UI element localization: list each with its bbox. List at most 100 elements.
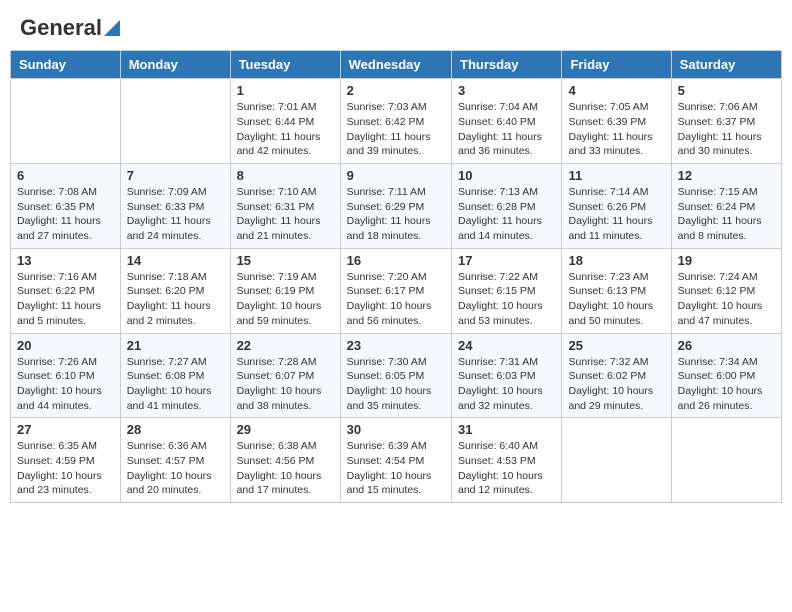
calendar-cell: 31 Sunrise: 6:40 AMSunset: 4:53 PMDayligh…: [452, 418, 562, 503]
calendar-cell: 16Sunrise: 7:20 AMSunset: 6:17 PMDayligh…: [340, 248, 451, 333]
calendar-cell: 23 Sunrise: 7:30 AMSunset: 6:05 PMDayligh…: [340, 333, 451, 418]
calendar-cell: 6 Sunrise: 7:08 AMSunset: 6:35 PMDaylight…: [11, 164, 121, 249]
calendar-cell: 11 Sunrise: 7:14 AMSunset: 6:26 PMDayligh…: [562, 164, 671, 249]
day-number: 9: [347, 168, 445, 183]
page-header: General: [10, 10, 782, 42]
day-number: 4: [568, 83, 664, 98]
day-number: 15: [237, 253, 334, 268]
day-info: Sunrise: 7:04 AMSunset: 6:40 PMDaylight:…: [458, 100, 555, 159]
calendar-cell: 7 Sunrise: 7:09 AMSunset: 6:33 PMDaylight…: [120, 164, 230, 249]
calendar-cell: 10 Sunrise: 7:13 AMSunset: 6:28 PMDayligh…: [452, 164, 562, 249]
day-info: Sunrise: 7:08 AMSunset: 6:35 PMDaylight:…: [17, 185, 114, 244]
day-info: Sunrise: 7:31 AMSunset: 6:03 PMDaylight:…: [458, 355, 555, 414]
day-number: 23: [347, 338, 445, 353]
calendar-cell: 20Sunrise: 7:26 AMSunset: 6:10 PMDayligh…: [11, 333, 121, 418]
day-number: 3: [458, 83, 555, 98]
logo-general: General: [20, 15, 102, 40]
header-sunday: Sunday: [11, 51, 121, 79]
calendar-cell: 25Sunrise: 7:32 AMSunset: 6:02 PMDayligh…: [562, 333, 671, 418]
calendar-cell: 5 Sunrise: 7:06 AMSunset: 6:37 PMDaylight…: [671, 79, 781, 164]
day-number: 17: [458, 253, 555, 268]
day-info: Sunrise: 7:19 AMSunset: 6:19 PMDaylight:…: [237, 270, 334, 329]
calendar-cell: [671, 418, 781, 503]
header-wednesday: Wednesday: [340, 51, 451, 79]
calendar-cell: 26Sunrise: 7:34 AMSunset: 6:00 PMDayligh…: [671, 333, 781, 418]
day-info: Sunrise: 6:40 AMSunset: 4:53 PMDaylight:…: [458, 439, 555, 498]
day-number: 11: [568, 168, 664, 183]
logo-arrow: [104, 20, 120, 41]
calendar-cell: 22 Sunrise: 7:28 AMSunset: 6:07 PMDayligh…: [230, 333, 340, 418]
day-info: Sunrise: 7:09 AMSunset: 6:33 PMDaylight:…: [127, 185, 224, 244]
day-number: 7: [127, 168, 224, 183]
day-number: 6: [17, 168, 114, 183]
calendar-cell: [11, 79, 121, 164]
day-info: Sunrise: 7:05 AMSunset: 6:39 PMDaylight:…: [568, 100, 664, 159]
day-number: 22: [237, 338, 334, 353]
day-number: 29: [237, 422, 334, 437]
day-info: Sunrise: 7:18 AMSunset: 6:20 PMDaylight:…: [127, 270, 224, 329]
calendar-week-row: 27 Sunrise: 6:35 AMSunset: 4:59 PMDayligh…: [11, 418, 782, 503]
logo: General: [20, 15, 120, 37]
day-info: Sunrise: 7:01 AMSunset: 6:44 PMDaylight:…: [237, 100, 334, 159]
day-info: Sunrise: 7:06 AMSunset: 6:37 PMDaylight:…: [678, 100, 775, 159]
day-info: Sunrise: 6:39 AMSunset: 4:54 PMDaylight:…: [347, 439, 445, 498]
calendar-cell: 24 Sunrise: 7:31 AMSunset: 6:03 PMDayligh…: [452, 333, 562, 418]
day-number: 30: [347, 422, 445, 437]
day-number: 8: [237, 168, 334, 183]
calendar-cell: 19 Sunrise: 7:24 AMSunset: 6:12 PMDayligh…: [671, 248, 781, 333]
day-number: 16: [347, 253, 445, 268]
header-monday: Monday: [120, 51, 230, 79]
calendar-cell: 30 Sunrise: 6:39 AMSunset: 4:54 PMDayligh…: [340, 418, 451, 503]
day-number: 14: [127, 253, 224, 268]
calendar-cell: 9Sunrise: 7:11 AMSunset: 6:29 PMDaylight…: [340, 164, 451, 249]
day-number: 31: [458, 422, 555, 437]
day-info: Sunrise: 7:14 AMSunset: 6:26 PMDaylight:…: [568, 185, 664, 244]
logo-text: General: [20, 15, 120, 41]
day-info: Sunrise: 7:28 AMSunset: 6:07 PMDaylight:…: [237, 355, 334, 414]
header-thursday: Thursday: [452, 51, 562, 79]
day-number: 18: [568, 253, 664, 268]
day-info: Sunrise: 7:27 AMSunset: 6:08 PMDaylight:…: [127, 355, 224, 414]
day-number: 2: [347, 83, 445, 98]
day-info: Sunrise: 7:30 AMSunset: 6:05 PMDaylight:…: [347, 355, 445, 414]
day-info: Sunrise: 7:13 AMSunset: 6:28 PMDaylight:…: [458, 185, 555, 244]
day-info: Sunrise: 7:34 AMSunset: 6:00 PMDaylight:…: [678, 355, 775, 414]
calendar-cell: 27 Sunrise: 6:35 AMSunset: 4:59 PMDayligh…: [11, 418, 121, 503]
day-number: 5: [678, 83, 775, 98]
calendar-table: SundayMondayTuesdayWednesdayThursdayFrid…: [10, 50, 782, 503]
day-number: 13: [17, 253, 114, 268]
day-info: Sunrise: 6:35 AMSunset: 4:59 PMDaylight:…: [17, 439, 114, 498]
calendar-cell: 28 Sunrise: 6:36 AMSunset: 4:57 PMDayligh…: [120, 418, 230, 503]
header-saturday: Saturday: [671, 51, 781, 79]
day-number: 27: [17, 422, 114, 437]
day-info: Sunrise: 7:23 AMSunset: 6:13 PMDaylight:…: [568, 270, 664, 329]
calendar-cell: [120, 79, 230, 164]
calendar-cell: [562, 418, 671, 503]
calendar-cell: 17Sunrise: 7:22 AMSunset: 6:15 PMDayligh…: [452, 248, 562, 333]
day-number: 21: [127, 338, 224, 353]
calendar-cell: 1 Sunrise: 7:01 AMSunset: 6:44 PMDaylight…: [230, 79, 340, 164]
calendar-cell: 18 Sunrise: 7:23 AMSunset: 6:13 PMDayligh…: [562, 248, 671, 333]
day-info: Sunrise: 7:24 AMSunset: 6:12 PMDaylight:…: [678, 270, 775, 329]
calendar-cell: 3 Sunrise: 7:04 AMSunset: 6:40 PMDaylight…: [452, 79, 562, 164]
calendar-week-row: 20Sunrise: 7:26 AMSunset: 6:10 PMDayligh…: [11, 333, 782, 418]
calendar-cell: 15 Sunrise: 7:19 AMSunset: 6:19 PMDayligh…: [230, 248, 340, 333]
day-info: Sunrise: 7:10 AMSunset: 6:31 PMDaylight:…: [237, 185, 334, 244]
calendar-cell: 29 Sunrise: 6:38 AMSunset: 4:56 PMDayligh…: [230, 418, 340, 503]
day-info: Sunrise: 6:36 AMSunset: 4:57 PMDaylight:…: [127, 439, 224, 498]
calendar-week-row: 1 Sunrise: 7:01 AMSunset: 6:44 PMDaylight…: [11, 79, 782, 164]
calendar-week-row: 6 Sunrise: 7:08 AMSunset: 6:35 PMDaylight…: [11, 164, 782, 249]
calendar-week-row: 13 Sunrise: 7:16 AMSunset: 6:22 PMDayligh…: [11, 248, 782, 333]
day-number: 28: [127, 422, 224, 437]
day-number: 19: [678, 253, 775, 268]
calendar-cell: 8 Sunrise: 7:10 AMSunset: 6:31 PMDaylight…: [230, 164, 340, 249]
calendar-cell: 14 Sunrise: 7:18 AMSunset: 6:20 PMDayligh…: [120, 248, 230, 333]
calendar-cell: 2Sunrise: 7:03 AMSunset: 6:42 PMDaylight…: [340, 79, 451, 164]
calendar-cell: 12Sunrise: 7:15 AMSunset: 6:24 PMDayligh…: [671, 164, 781, 249]
calendar-cell: 21 Sunrise: 7:27 AMSunset: 6:08 PMDayligh…: [120, 333, 230, 418]
day-number: 24: [458, 338, 555, 353]
day-info: Sunrise: 7:16 AMSunset: 6:22 PMDaylight:…: [17, 270, 114, 329]
day-info: Sunrise: 6:38 AMSunset: 4:56 PMDaylight:…: [237, 439, 334, 498]
day-number: 10: [458, 168, 555, 183]
day-number: 1: [237, 83, 334, 98]
